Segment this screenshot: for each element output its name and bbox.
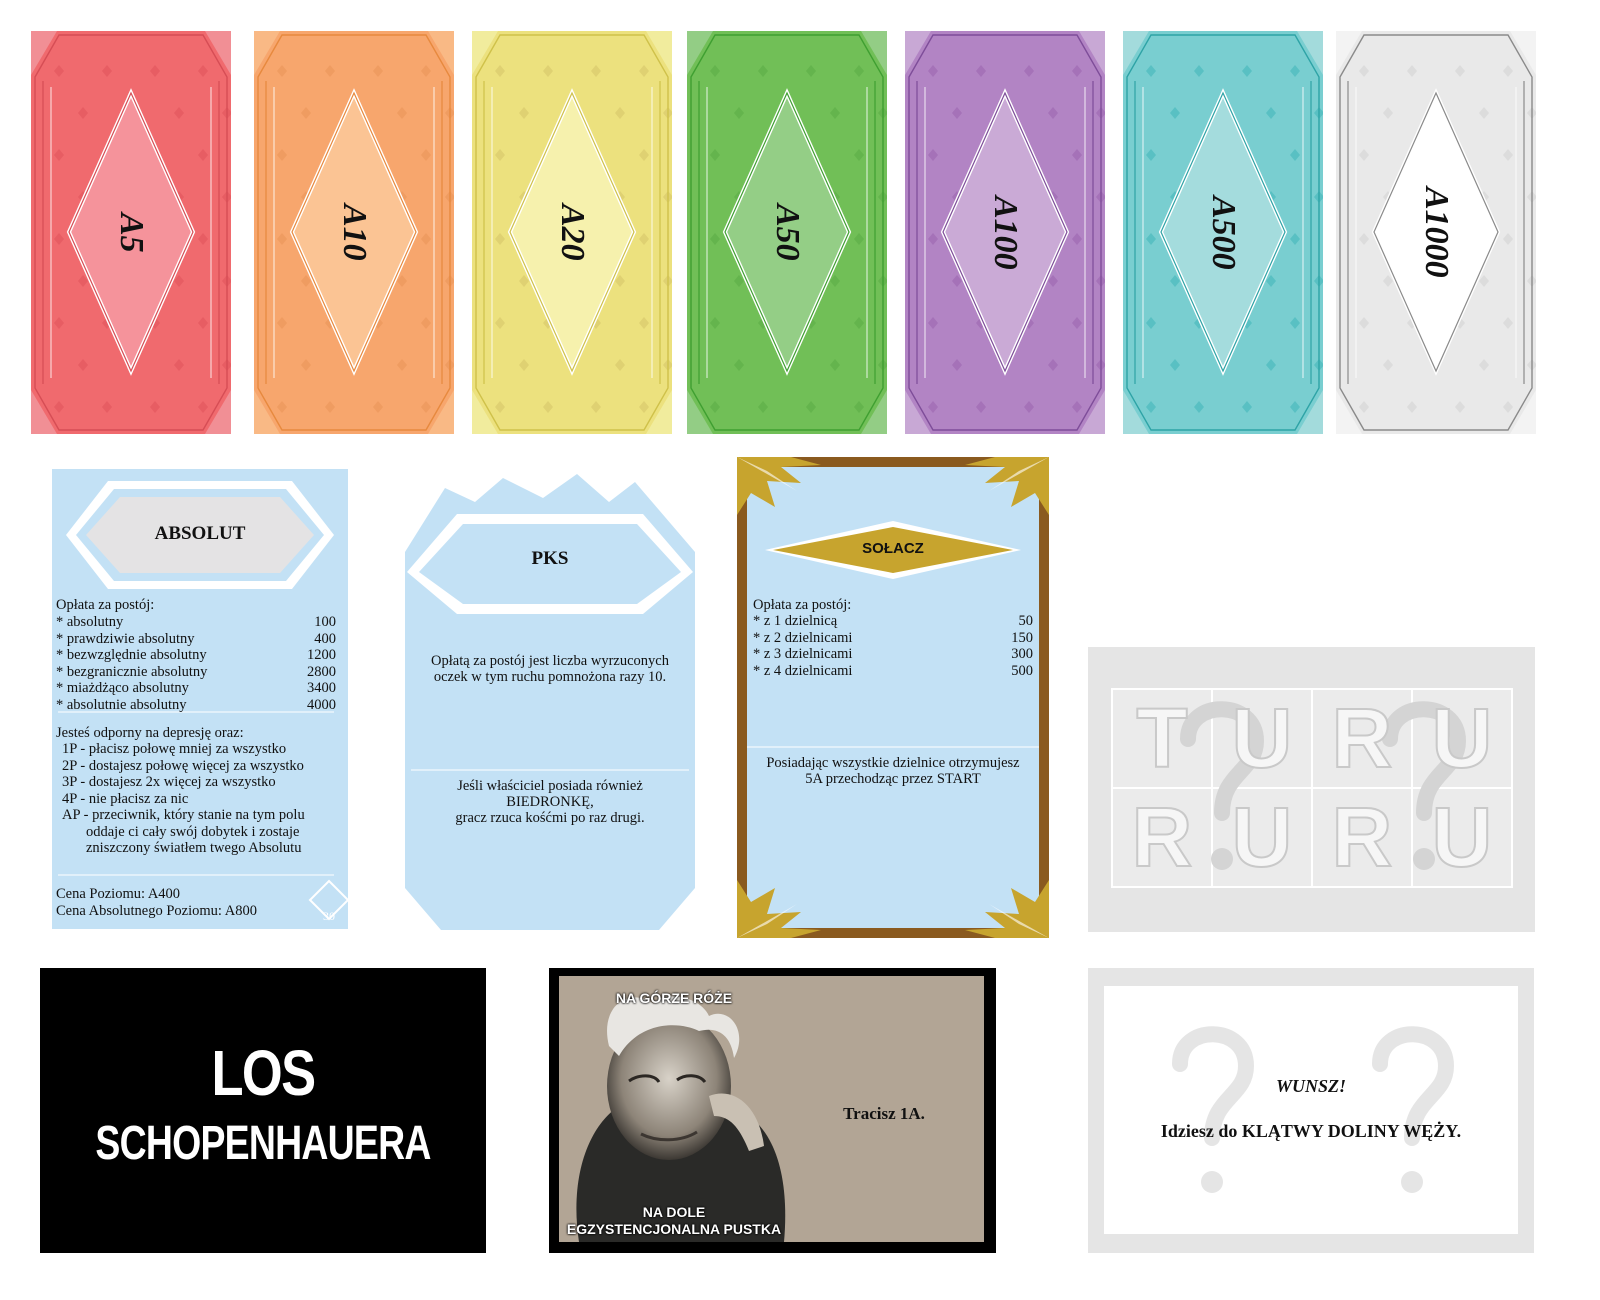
rule-line: 2P - dostajesz połowę więcej za wszystko	[62, 757, 304, 774]
rule-line: 1P - płacisz połowę mniej za wszystko	[62, 741, 287, 757]
banknote: A10	[254, 31, 454, 434]
fee-value: 3400	[307, 680, 336, 696]
fee-row: * z 3 dzielnicami 300	[753, 646, 1033, 663]
fee-row: * z 1 dzielnicą 50	[753, 613, 1033, 630]
fee-row: * bezwzględnie absolutny 1200	[56, 647, 336, 664]
banknote: A1000	[1336, 31, 1536, 434]
absolut-rule-list: 1P - płacisz połowę mniej za wszystko 2P …	[62, 741, 342, 857]
card-back-grid: TURURURU	[1088, 647, 1535, 932]
card-back-letter: U	[1231, 789, 1294, 885]
card-back-letter: R	[1331, 789, 1394, 885]
absolut-immunity-heading: Jesteś odporny na depresję oraz:	[56, 725, 244, 741]
banknote-value: A50	[769, 204, 806, 261]
fee-value: 500	[1011, 662, 1033, 679]
absolut-absolute-level-price: Cena Absolutnego Poziomu: A800	[56, 903, 257, 919]
solacz-fee-heading: Opłata za postój:	[753, 597, 852, 613]
fee-label: * bezgranicznie absolutny	[56, 663, 208, 680]
pks-fee-line-1: Opłatą za postój jest liczba wyrzuconych	[431, 653, 669, 669]
banknote-value: A1000	[1418, 187, 1455, 278]
fee-row: * prawdziwie absolutny 400	[56, 631, 336, 648]
banknote-value: A5	[113, 212, 150, 253]
fee-value: 300	[1011, 646, 1033, 662]
solacz-bonus-line-2: 5A przechodząc przez START	[805, 771, 981, 787]
pks-card-frame	[405, 474, 695, 930]
fee-value: 1200	[307, 647, 336, 663]
solacz-card-frame	[737, 457, 1049, 938]
banknote: A500	[1123, 31, 1323, 434]
wunsz-text: Idziesz do KLĄTWY DOLINY WĘŻY.	[1160, 1121, 1462, 1141]
pks-property-card: PKS Opłatą za postój jest liczba wyrzuco…	[405, 468, 695, 930]
fee-label: * z 2 dzielnicami	[753, 629, 853, 646]
fee-value: 100	[314, 614, 336, 630]
wunsz-title: WUNSZ!	[1275, 1076, 1346, 1096]
absolut-title: ABSOLUT	[154, 523, 246, 544]
banknote-value: A20	[554, 204, 591, 261]
fee-label: * bezwzględnie absolutny	[56, 647, 207, 663]
meme-top-text: NA GÓRZE RÓŻE	[615, 990, 733, 1006]
los-schopenhauera-card: LOS SCHOPENHAUERA	[40, 968, 486, 1253]
absolut-level-price: Cena Poziomu: A400	[56, 886, 181, 902]
fee-row: * absolutnie absolutny 4000	[56, 697, 336, 714]
rule-line: 4P - nie płacisz za nic	[62, 790, 189, 807]
card-back-letter: T	[1135, 690, 1188, 786]
card-back-letter: U	[1431, 690, 1494, 786]
absolut-fee-heading: Opłata za postój:	[56, 597, 155, 613]
meme-bottom-text-1: NA DOLE	[642, 1204, 706, 1220]
card-back-letter: R	[1131, 789, 1194, 885]
fee-value: 150	[1011, 629, 1033, 646]
fee-label: * z 3 dzielnicami	[753, 646, 853, 662]
meme-panel: NA GÓRZE RÓŻE NA DOLE EGZYSTENCJONALNA P…	[559, 976, 984, 1242]
los-title-line-2: SCHOPENHAUERA	[95, 1117, 431, 1170]
rule-line: oddaje ci cały swój dobytek i zostaje	[86, 823, 300, 840]
absolut-fee-list: * absolutny 100 * prawdziwie absolutny 400 *…	[56, 614, 336, 713]
fee-label: * absolutny	[56, 614, 124, 630]
fee-label: * z 1 dzielnicą	[753, 613, 838, 629]
rule-line: zniszczony światłem twego Absolutu	[86, 840, 302, 856]
fee-row: * z 4 dzielnicami 500	[753, 663, 1033, 680]
meme-bottom-text-2: EGZYSTENCJONALNA PUSTKA	[566, 1221, 782, 1237]
solacz-title: SOŁACZ	[862, 540, 924, 557]
card-back-letter: U	[1431, 789, 1494, 885]
wunsz-card: WUNSZ! Idziesz do KLĄTWY DOLINY WĘŻY.	[1088, 968, 1534, 1253]
fee-value: 400	[314, 630, 336, 647]
fee-row: * bezgranicznie absolutny 2800	[56, 664, 336, 681]
pks-title: PKS	[531, 548, 569, 569]
fee-value: 50	[1018, 613, 1034, 629]
solacz-property-card: SOŁACZ Opłata za postój: * z 1 dzielnicą…	[737, 457, 1049, 938]
rule-line: AP - przeciwnik, który stanie na tym pol…	[62, 807, 305, 823]
fee-label: * absolutnie absolutny	[56, 696, 187, 713]
fee-row: * z 2 dzielnicami 150	[753, 630, 1033, 647]
fee-label: * z 4 dzielnicami	[753, 662, 853, 679]
question-marks	[1172, 1026, 1455, 1193]
meme-penalty-text: Tracisz 1A.	[843, 1104, 925, 1123]
solacz-bonus-line-1: Posiadając wszystkie dzielnice otrzymuje…	[766, 755, 1020, 771]
solacz-fee-list: * z 1 dzielnicą 50 * z 2 dzielnicami 150 * z…	[753, 613, 1033, 679]
banknote: A100	[905, 31, 1105, 434]
banknote-value: A10	[336, 204, 373, 261]
card-back-letter: R	[1331, 690, 1394, 786]
pks-bonus-line-3: gracz rzuca kośćmi po raz drugi.	[455, 810, 645, 826]
pks-bonus-line-1: Jeśli właściciel posiada również	[457, 778, 643, 794]
absolut-card-number: 30	[323, 909, 335, 923]
banknote: A50	[687, 31, 887, 434]
los-title-line-1: LOS	[211, 1037, 317, 1109]
banknote: A20	[472, 31, 672, 434]
banknote-value: A500	[1205, 195, 1242, 270]
fee-row: * absolutny 100	[56, 614, 336, 631]
fee-value: 4000	[307, 696, 336, 713]
card-back-letter: U	[1231, 690, 1294, 786]
fee-label: * miażdżąco absolutny	[56, 680, 189, 696]
pks-bonus-line-2: BIEDRONKĘ,	[506, 794, 594, 810]
rule-line: 3P - dostajesz 2x więcej za wszystko	[62, 774, 276, 790]
meme-card: NA GÓRZE RÓŻE NA DOLE EGZYSTENCJONALNA P…	[549, 968, 996, 1253]
fee-label: * prawdziwie absolutny	[56, 630, 195, 647]
pks-fee-line-2: oczek w tym ruchu pomnożona razy 10.	[433, 669, 667, 685]
absolut-property-card: ABSOLUT Opłata za postój: * absolutny 100…	[52, 469, 348, 929]
banknote-value: A100	[987, 195, 1024, 270]
fee-row: * miażdżąco absolutny 3400	[56, 680, 336, 697]
fee-value: 2800	[307, 663, 336, 680]
banknote: A5	[31, 31, 231, 434]
